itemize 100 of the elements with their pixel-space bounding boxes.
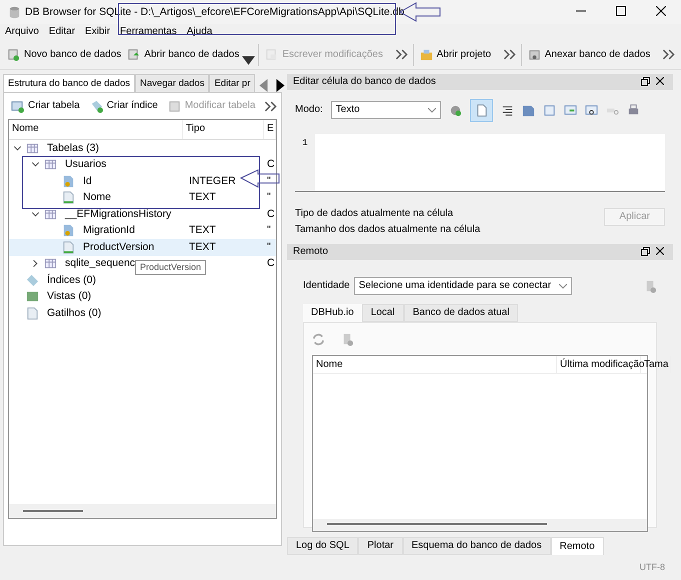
chevrons-icon [264, 100, 278, 112]
toolbar-button[interactable]: Abrir projeto [416, 46, 494, 63]
tooltip: ProductVersion [135, 260, 206, 275]
close-icon [656, 77, 664, 86]
float-button[interactable] [638, 76, 653, 88]
tree-item[interactable]: Id [83, 174, 92, 188]
key-field-icon [62, 224, 75, 238]
data-size-label: Tamanho dos dados atualmente na célula [295, 224, 480, 236]
scrollbar[interactable] [23, 510, 83, 512]
tree-item[interactable]: Vistas (0) [47, 290, 92, 304]
panel-title: Editar célula do banco de dados [293, 76, 436, 88]
export-icon[interactable] [564, 104, 577, 116]
tab[interactable]: Remoto [550, 537, 604, 555]
float-icon [641, 246, 650, 256]
encoding-status: UTF-8 [640, 562, 665, 572]
float-button[interactable] [638, 246, 653, 258]
table-icon [44, 208, 57, 221]
data-type-label: Tipo de dados atualmente na célula [295, 208, 454, 220]
close-button[interactable] [653, 246, 667, 258]
menu-item[interactable]: Editar [44, 26, 80, 38]
folder-icon [420, 48, 433, 61]
close-icon [656, 6, 666, 16]
schema-cell: C [267, 257, 275, 270]
action-button[interactable]: Criar tabela [8, 98, 83, 114]
tree-item[interactable]: sqlite_sequenc [65, 257, 136, 270]
action-button[interactable]: Criar índice [86, 98, 161, 114]
overflow-button[interactable] [262, 100, 280, 112]
open-database-icon [127, 48, 140, 61]
table-icon [26, 142, 39, 155]
tab[interactable]: Estrutura do banco de dados [3, 74, 136, 92]
tab[interactable]: Esquema do banco de dados [402, 537, 551, 555]
close-icon [656, 247, 664, 256]
tree-item[interactable]: MigrationId [83, 224, 135, 238]
toolbar-button[interactable]: Anexar banco de dados [524, 46, 654, 63]
table-edit-icon [168, 100, 181, 112]
dropdown-icon [428, 108, 436, 112]
tree-row-hover[interactable]: ProductVersion TEXT " [9, 239, 276, 256]
menu-item[interactable]: Exibir [80, 26, 116, 38]
toolbar-button[interactable]: Abrir banco de dados [124, 46, 242, 63]
mode-label: Modo: [295, 104, 323, 116]
schema-cell: " [267, 174, 271, 188]
identity-select[interactable]: Selecione uma identidade para se conectar [354, 277, 572, 295]
tab[interactable]: Editar pr [209, 74, 256, 92]
menu-item[interactable]: Arquivo [0, 26, 44, 38]
tree-item[interactable]: Nome [83, 191, 112, 204]
tree-item[interactable]: Gatilhos (0) [47, 306, 102, 320]
collapse-icon[interactable] [31, 210, 40, 219]
save-icon[interactable] [522, 104, 535, 116]
mode-toggle-button[interactable] [470, 98, 493, 122]
scrollbar[interactable] [327, 523, 547, 525]
align-icon[interactable] [500, 104, 514, 116]
cell-editor[interactable]: 1 [295, 134, 665, 192]
server-icon [644, 280, 657, 292]
table-add-icon [11, 100, 24, 112]
collapse-icon[interactable] [13, 144, 22, 153]
tree-item[interactable]: Índices (0) [47, 274, 96, 287]
close-button[interactable] [653, 76, 667, 88]
field-icon [62, 191, 75, 204]
tab[interactable]: Navegar dados [135, 74, 210, 92]
view-icon [26, 290, 39, 304]
tree-item[interactable]: __EFMigrationsHistory [65, 208, 172, 221]
caret-icon [242, 54, 256, 67]
menu-item[interactable]: Ferramentas [115, 26, 182, 38]
tree-item[interactable]: Usuarios [65, 158, 106, 172]
mode-select[interactable]: Texto [330, 101, 441, 119]
chevrons-icon [662, 48, 675, 61]
tag-icon [90, 100, 103, 112]
tree-item[interactable]: Tabelas (3) [47, 142, 99, 155]
annotation-arrow [240, 169, 280, 188]
tab[interactable]: Local [362, 304, 404, 322]
field-icon [62, 240, 75, 254]
key-field-icon [62, 174, 75, 188]
schema-cell: " [267, 224, 271, 238]
left-arrow-icon [257, 79, 270, 92]
maximize-icon [616, 6, 626, 16]
tab[interactable]: Plotar [358, 537, 402, 555]
type-cell-text: TEXT [188, 240, 216, 253]
type-cell-text: TEXT [188, 191, 216, 204]
print-icon[interactable] [626, 104, 640, 116]
type-cell-text: INTEGER [188, 174, 236, 187]
link-icon[interactable] [584, 104, 598, 116]
gear-icon[interactable] [448, 104, 462, 116]
tree-item[interactable]: ProductVersion [83, 240, 154, 254]
column-header[interactable]: E [264, 120, 276, 139]
database-icon [8, 6, 21, 18]
tab[interactable]: Log do SQL [287, 537, 358, 555]
table-icon [44, 158, 57, 172]
table-icon [44, 257, 57, 270]
new-database-icon [7, 48, 20, 61]
overflow-button[interactable] [660, 48, 677, 61]
column-header[interactable]: Nome [313, 356, 557, 373]
document-icon[interactable] [474, 104, 488, 116]
toolbar-button[interactable]: Novo banco de dados [4, 46, 124, 63]
tab[interactable]: Banco de dados atual [404, 304, 518, 322]
column-header[interactable]: Nome [9, 120, 183, 139]
column-header[interactable]: Tipo [182, 120, 264, 139]
tab[interactable]: DBHub.io [303, 304, 362, 322]
chevrons-icon [394, 48, 408, 61]
expand-icon[interactable] [31, 259, 40, 268]
import-icon[interactable] [542, 104, 556, 116]
